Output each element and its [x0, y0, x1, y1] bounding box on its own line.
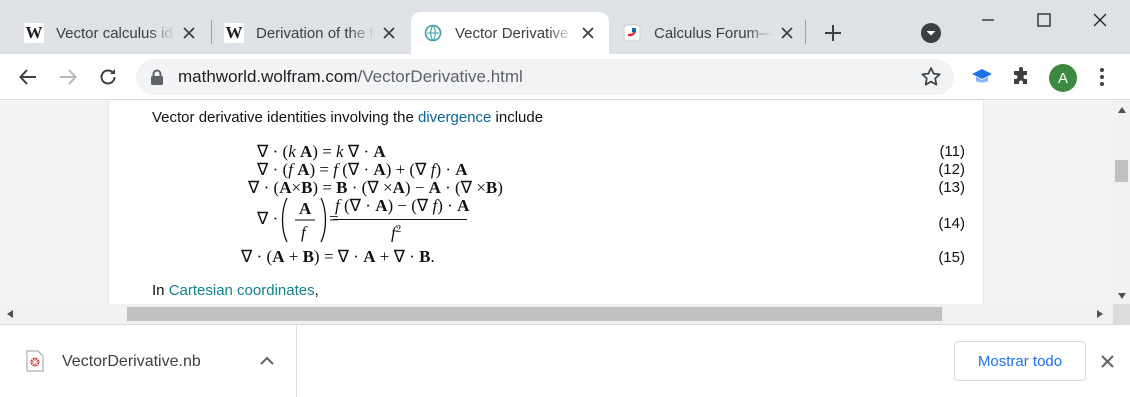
new-tab-button[interactable] [820, 20, 846, 46]
url-text: mathworld.wolfram.com/VectorDerivative.h… [178, 67, 523, 87]
browser-toolbar: mathworld.wolfram.com/VectorDerivative.h… [0, 54, 1130, 100]
tab-title: Vector Derivative [455, 24, 569, 42]
scroll-right-arrow-icon[interactable] [1090, 304, 1110, 324]
maximize-icon [1037, 13, 1051, 27]
wikipedia-glyph: W [24, 23, 44, 43]
tab-vector-derivative[interactable]: Vector Derivative [411, 12, 609, 54]
url-path: /VectorDerivative.html [357, 67, 523, 86]
intro-paragraph: Vector derivative identities involving t… [152, 109, 543, 126]
article-content: Vector derivative identities involving t… [108, 101, 984, 304]
maximize-button[interactable] [1032, 8, 1056, 32]
equation-14-lhs-fraction: A f = [281, 197, 339, 243]
equation-number: (12) [938, 161, 965, 178]
tab-derivation-of-the-formula[interactable]: W Derivation of the formula [212, 12, 410, 54]
tab-title: Calculus Forum— [654, 24, 773, 42]
close-icon [1093, 13, 1107, 27]
tab-search-button[interactable] [920, 22, 942, 44]
divergence-link[interactable]: divergence [418, 109, 491, 126]
tab-title: Derivation of the formula [256, 24, 375, 42]
scrollbar-corner [1113, 304, 1130, 324]
address-bar[interactable]: mathworld.wolfram.com/VectorDerivative.h… [136, 59, 954, 95]
download-item[interactable]: VectorDerivative.nb [0, 325, 297, 397]
fraction-bar [333, 219, 467, 220]
intro-text: Vector derivative identities involving t… [152, 109, 418, 126]
cartesian-paragraph: In Cartesian coordinates, [152, 282, 319, 299]
wikipedia-icon: W [24, 23, 44, 43]
plus-icon [825, 25, 841, 41]
close-icon[interactable] [381, 24, 398, 42]
scroll-up-arrow-icon[interactable] [1113, 101, 1130, 118]
chevron-up-icon[interactable] [258, 351, 276, 369]
wolfram-icon [423, 23, 443, 43]
equation-number: (11) [939, 143, 965, 160]
tab-vector-calculus-identities[interactable]: W Vector calculus identities [12, 12, 210, 54]
minimize-button[interactable] [976, 8, 1000, 32]
wikipedia-glyph: W [224, 23, 244, 43]
wikipedia-icon: W [224, 23, 244, 43]
outro-suffix: , [314, 282, 319, 299]
scroll-down-arrow-icon[interactable] [1113, 287, 1130, 304]
download-filename: VectorDerivative.nb [62, 353, 201, 370]
close-icon[interactable] [181, 24, 198, 42]
kebab-menu-icon[interactable] [1092, 65, 1112, 89]
avatar[interactable]: A [1049, 64, 1077, 92]
svg-text:f: f [301, 223, 308, 242]
download-bar: VectorDerivative.nb Mostrar todo [0, 324, 1130, 397]
intro-text-end: include [491, 109, 544, 126]
tab-title: Vector calculus identities [56, 24, 175, 42]
forum-icon [622, 23, 642, 43]
page-viewport: Vector derivative identities involving t… [0, 101, 1113, 304]
arrow-right-icon [60, 69, 77, 85]
puzzle-piece-icon [1014, 67, 1027, 84]
equation-12: ∇ · (f A) = f (∇ · A) + (∇ f) · A [257, 160, 468, 179]
equation-number: (13) [938, 179, 965, 196]
equation-15: ∇ · (A + B) = ∇ · A + ∇ · B. [241, 247, 435, 266]
close-icon[interactable] [1098, 352, 1116, 370]
url-domain: mathworld.wolfram.com [178, 67, 358, 86]
reload-icon [100, 69, 116, 85]
horizontal-scrollbar[interactable] [0, 304, 1130, 324]
equation-number: (15) [938, 249, 965, 266]
tab-separator [805, 20, 806, 44]
star-icon[interactable] [920, 66, 942, 88]
tab-calculus-forum[interactable]: Calculus Forum— [610, 12, 808, 54]
equation-11: ∇ · (k A) = k ∇ · A [257, 142, 386, 161]
vertical-scroll-thumb[interactable] [1115, 160, 1128, 182]
close-icon[interactable] [779, 24, 796, 42]
chevron-down-circle-icon [921, 23, 941, 43]
scroll-left-arrow-icon[interactable] [0, 304, 20, 324]
minimize-icon [982, 19, 994, 21]
horizontal-scroll-thumb[interactable] [127, 307, 942, 321]
extension-button[interactable] [970, 65, 994, 89]
back-button[interactable] [14, 63, 42, 91]
equation-number: (14) [938, 215, 965, 232]
svg-text:A: A [299, 199, 312, 218]
arrow-left-icon [19, 69, 36, 85]
close-window-button[interactable] [1088, 8, 1112, 32]
outro-prefix: In [152, 282, 169, 299]
notebook-file-icon [26, 350, 44, 372]
close-icon[interactable] [580, 24, 597, 42]
lock-icon[interactable] [150, 69, 164, 85]
vertical-scrollbar[interactable] [1113, 101, 1130, 304]
show-all-downloads-button[interactable]: Mostrar todo [954, 341, 1086, 381]
graduation-cap-icon [972, 69, 992, 83]
cartesian-coordinates-link[interactable]: Cartesian coordinates [169, 282, 315, 299]
reload-button[interactable] [94, 63, 122, 91]
extensions-button[interactable] [1010, 65, 1034, 89]
forward-button[interactable] [54, 63, 82, 91]
tab-strip: W Vector calculus identities W Derivatio… [0, 0, 1130, 54]
equation-13: ∇ · (A×B) = B · (∇ ×A) − A · (∇ ×B) [248, 178, 503, 197]
